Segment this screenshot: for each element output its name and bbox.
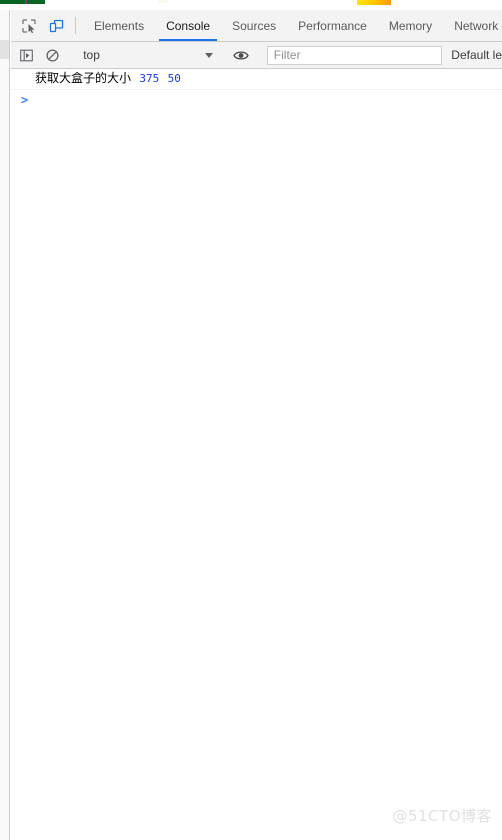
tab-memory[interactable]: Memory bbox=[378, 10, 443, 41]
tab-performance[interactable]: Performance bbox=[287, 10, 378, 41]
console-prompt-row[interactable]: > bbox=[11, 90, 502, 110]
device-toolbar-icon bbox=[49, 19, 63, 32]
execution-context-select[interactable]: top bbox=[76, 46, 217, 65]
tab-memory-label: Memory bbox=[388, 18, 433, 33]
console-message-value-1: 375 bbox=[139, 72, 160, 85]
device-toolbar-button[interactable] bbox=[43, 10, 71, 41]
console-message-text: 获取大盒子的大小 bbox=[35, 71, 132, 85]
tab-elements-label: Elements bbox=[94, 18, 145, 33]
tab-sources[interactable]: Sources bbox=[221, 10, 287, 41]
inspect-element-button[interactable] bbox=[15, 10, 43, 41]
live-expression-eye-icon bbox=[233, 50, 249, 60]
console-toolbar: top Default le bbox=[11, 42, 502, 69]
tab-network[interactable]: Network bbox=[443, 10, 502, 41]
live-expression-button[interactable] bbox=[228, 42, 254, 69]
console-message-value-2: 50 bbox=[167, 72, 181, 85]
log-levels-dropdown[interactable]: Default le bbox=[451, 48, 502, 62]
devtools-panel: Elements Console Sources Performance Mem… bbox=[11, 10, 502, 840]
inspect-element-icon bbox=[22, 18, 36, 33]
page-orange-bar bbox=[357, 0, 391, 5]
page-green-bar bbox=[0, 0, 45, 4]
execution-context-value: top bbox=[83, 48, 100, 62]
toolbar-divider bbox=[75, 17, 77, 34]
prompt-caret-icon: > bbox=[21, 93, 29, 107]
console-message-list: 获取大盒子的大小 375 50 > bbox=[11, 69, 502, 840]
tab-performance-label: Performance bbox=[298, 18, 367, 33]
clear-console-button[interactable] bbox=[40, 42, 66, 69]
console-message-row[interactable]: 获取大盒子的大小 375 50 bbox=[11, 69, 502, 90]
devtools-tabbar: Elements Console Sources Performance Mem… bbox=[11, 10, 502, 42]
page-scrollbar-gutter[interactable] bbox=[0, 10, 10, 840]
page-content-sliver bbox=[0, 0, 502, 10]
tab-console-label: Console bbox=[166, 18, 211, 33]
tab-elements[interactable]: Elements bbox=[83, 10, 155, 41]
devtools-tab-list: Elements Console Sources Performance Mem… bbox=[83, 10, 502, 41]
console-filter-input[interactable] bbox=[266, 45, 443, 65]
scrollbar-thumb[interactable] bbox=[0, 40, 9, 59]
tab-sources-label: Sources bbox=[232, 18, 277, 33]
clear-console-icon bbox=[46, 48, 59, 62]
watermark: @51CTO博客 bbox=[392, 807, 492, 825]
tab-network-label: Network bbox=[454, 18, 499, 33]
console-sidebar-button[interactable] bbox=[14, 42, 40, 69]
page-pink-mark bbox=[158, 0, 168, 3]
tab-console[interactable]: Console bbox=[155, 10, 221, 41]
screenshot-root: Elements Console Sources Performance Mem… bbox=[0, 0, 502, 840]
chevron-down-icon bbox=[205, 52, 214, 58]
console-sidebar-icon bbox=[20, 49, 34, 61]
page-purple-mark bbox=[25, 0, 27, 4]
log-levels-label: Default le bbox=[451, 48, 502, 62]
